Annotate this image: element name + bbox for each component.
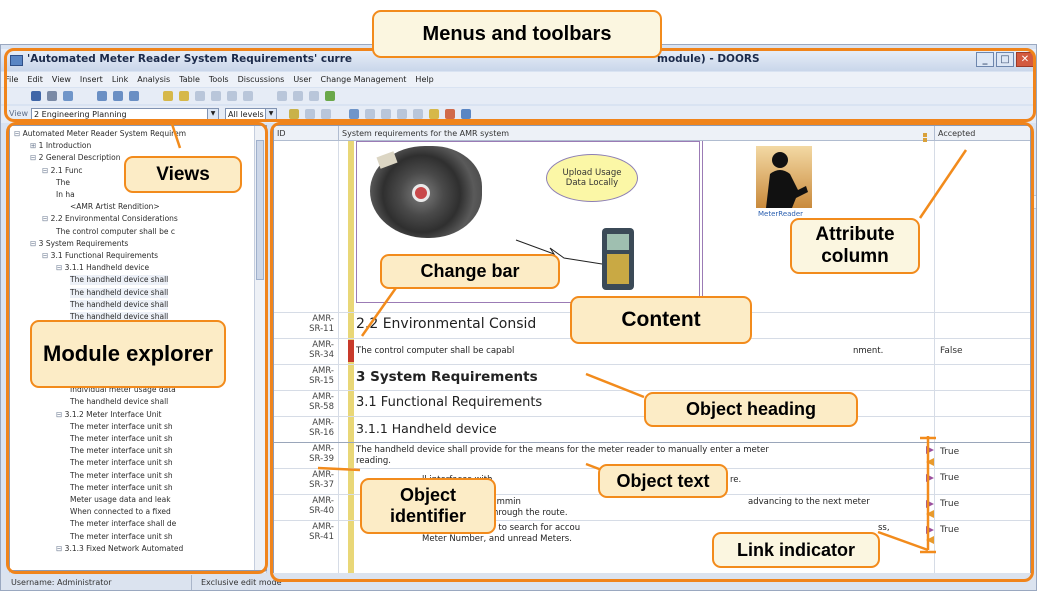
menus-toolbars-highlight <box>4 48 1036 122</box>
status-mode: Exclusive edit mode <box>201 578 282 587</box>
status-divider <box>191 575 192 590</box>
callout-attribute-column: Attribute column <box>790 218 920 274</box>
status-user: Username: Administrator <box>11 578 112 587</box>
callout-module-explorer: Module explorer <box>30 320 226 388</box>
callout-menus-toolbars: Menus and toolbars <box>372 10 662 58</box>
callout-object-heading: Object heading <box>644 392 858 427</box>
callout-link-indicator: Link indicator <box>712 532 880 568</box>
callout-content: Content <box>570 296 752 344</box>
callout-change-bar: Change bar <box>380 254 560 289</box>
callout-object-text: Object text <box>598 464 728 498</box>
callout-object-identifier: Object identifier <box>360 478 496 534</box>
callout-views: Views <box>124 156 242 193</box>
